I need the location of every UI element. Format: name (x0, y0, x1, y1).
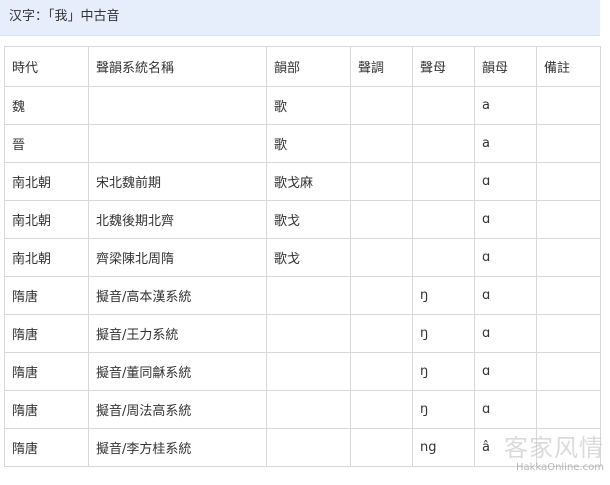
header-rhyme-group: 韻部 (266, 46, 351, 87)
table-row: 隋唐 擬音/周法高系統 ŋ ɑ (4, 390, 601, 429)
cell-system-name (88, 86, 267, 125)
cell-final: ɑ (474, 390, 537, 429)
table-header-row: 時代 聲韻系統名稱 韻部 聲調 聲母 韻母 備註 (4, 46, 601, 87)
cell-final: ɑ (474, 200, 537, 239)
table-row: 魏歌a (4, 86, 601, 125)
header-notes: 備註 (536, 46, 601, 87)
header-system-name: 聲韻系統名稱 (88, 46, 267, 87)
cell-rhyme-group (266, 276, 351, 315)
cell-system-name (88, 124, 267, 163)
cell-initial: ŋ (412, 390, 475, 429)
table-row: 晉歌a (4, 124, 601, 163)
cell-notes (536, 276, 601, 315)
cell-era: 隋唐 (4, 314, 89, 353)
page: 汉字：「我」中古音 時代 聲韻系統名稱 韻部 聲調 聲母 韻母 備註 魏歌a晉歌… (0, 0, 610, 485)
cell-era: 隋唐 (4, 428, 89, 467)
cell-system-name: 擬音/周法高系統 (88, 390, 267, 429)
cell-rhyme-group: 歌戈麻 (266, 162, 351, 201)
cell-system-name: 擬音/李方桂系統 (88, 428, 267, 467)
cell-initial: ŋ (412, 314, 475, 353)
cell-notes (536, 162, 601, 201)
cell-tone (350, 276, 413, 315)
table-row: 南北朝 宋北魏前期 歌戈麻 ɑ (4, 162, 601, 201)
cell-notes (536, 352, 601, 391)
cell-system-name: 宋北魏前期 (88, 162, 267, 201)
cell-system-name: 擬音/高本漢系統 (88, 276, 267, 315)
table-row: 隋唐 擬音/董同龢系統 ŋ ɑ (4, 352, 601, 391)
cell-tone (350, 390, 413, 429)
cell-notes (536, 428, 601, 467)
cell-initial (412, 86, 475, 125)
cell-final: ɑ (474, 314, 537, 353)
cell-initial (412, 124, 475, 163)
cell-era: 南北朝 (4, 238, 89, 277)
cell-rhyme-group (266, 390, 351, 429)
cell-tone (350, 200, 413, 239)
cell-tone (350, 238, 413, 277)
cell-initial: ŋ (412, 276, 475, 315)
cell-initial: ng (412, 428, 475, 467)
cell-rhyme-group (266, 428, 351, 467)
cell-system-name: 擬音/王力系統 (88, 314, 267, 353)
table-container: 時代 聲韻系統名稱 韻部 聲調 聲母 韻母 備註 魏歌 a 晉歌 a 南北朝 宋北魏前期歌… (4, 46, 601, 467)
cell-final: ɑ (474, 162, 537, 201)
cell-tone (350, 162, 413, 201)
table-row: 隋唐 擬音/李方桂系統 ng â (4, 428, 601, 467)
cell-notes (536, 390, 601, 429)
header-final: 韻母 (474, 46, 537, 87)
page-title: 汉字：「我」中古音 (0, 0, 600, 36)
cell-final: ɑ (474, 276, 537, 315)
cell-notes (536, 314, 601, 353)
cell-rhyme-group: 歌戈 (266, 200, 351, 239)
cell-notes (536, 124, 601, 163)
header-tone: 聲調 (350, 46, 413, 87)
cell-tone (350, 86, 413, 125)
cell-era: 南北朝 (4, 200, 89, 239)
table-row: 南北朝 北魏後期北齊 歌戈 ɑ (4, 200, 601, 239)
cell-final: a (474, 86, 537, 125)
cell-era: 隋唐 (4, 390, 89, 429)
cell-system-name: 擬音/董同龢系統 (88, 352, 267, 391)
cell-final: ɑ (474, 352, 537, 391)
cell-initial (412, 200, 475, 239)
cell-rhyme-group (266, 352, 351, 391)
cell-era: 晉 (4, 124, 89, 163)
cell-era: 隋唐 (4, 352, 89, 391)
cell-initial (412, 238, 475, 277)
cell-final: â (474, 428, 537, 467)
cell-tone (350, 314, 413, 353)
pronunciation-table: 時代 聲韻系統名稱 韻部 聲調 聲母 韻母 備註 魏歌 a 晉歌 a 南北朝 宋北魏前期歌… (4, 46, 601, 467)
cell-system-name: 齊梁陳北周隋 (88, 238, 267, 277)
table-row: 南北朝 齊梁陳北周隋 歌戈 ɑ (4, 238, 601, 277)
cell-final: a (474, 124, 537, 163)
cell-tone (350, 428, 413, 467)
cell-rhyme-group: 歌 (266, 86, 351, 125)
cell-final: ɑ (474, 238, 537, 277)
cell-notes (536, 238, 601, 277)
cell-era: 南北朝 (4, 162, 89, 201)
cell-rhyme-group (266, 314, 351, 353)
cell-era: 隋唐 (4, 276, 89, 315)
cell-notes (536, 86, 601, 125)
cell-tone (350, 124, 413, 163)
cell-rhyme-group: 歌戈 (266, 238, 351, 277)
header-initial: 聲母 (412, 46, 475, 87)
cell-tone (350, 352, 413, 391)
cell-initial: ŋ (412, 352, 475, 391)
table-body: 魏歌 a 晉歌 a 南北朝 宋北魏前期 歌戈麻 ɑ 南北朝 北魏後期北齊 歌戈 ɑ 南北朝 齊梁陳北周隋歌… (4, 86, 601, 467)
table-row: 隋唐 擬音/高本漢系統 ŋ ɑ (4, 276, 601, 315)
cell-rhyme-group: 歌 (266, 124, 351, 163)
cell-system-name: 北魏後期北齊 (88, 200, 267, 239)
cell-initial (412, 162, 475, 201)
cell-notes (536, 200, 601, 239)
table-row: 隋唐 擬音/王力系統 ŋ ɑ (4, 314, 601, 353)
cell-era: 魏 (4, 86, 89, 125)
header-era: 時代 (4, 46, 89, 87)
